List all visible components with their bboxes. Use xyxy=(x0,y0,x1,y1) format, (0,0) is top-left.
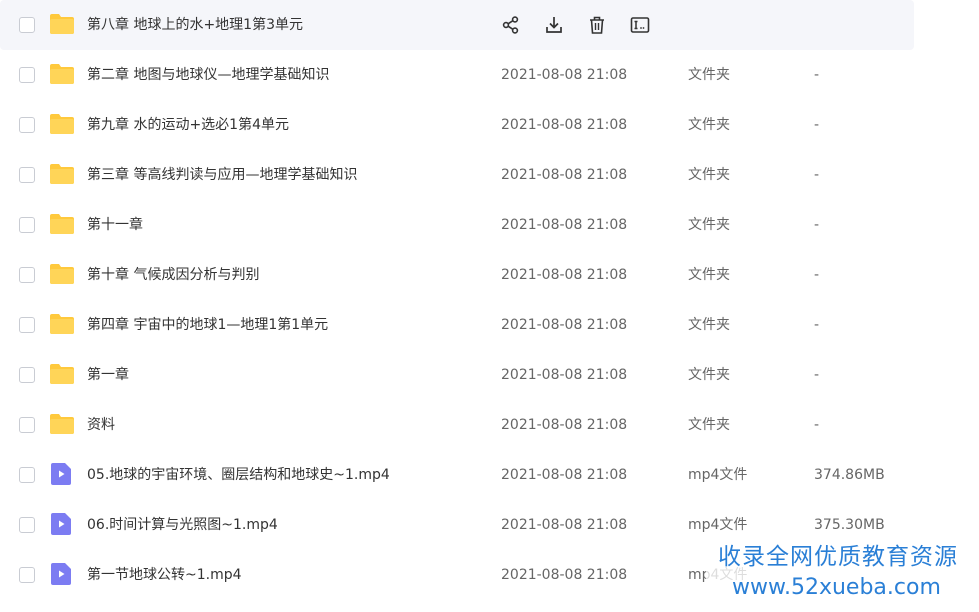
file-row[interactable]: 资料 2021-08-08 21:08 文件夹 - xyxy=(0,400,914,450)
file-name[interactable]: 第一章 xyxy=(87,350,129,401)
folder-icon xyxy=(50,414,74,434)
file-size: - xyxy=(814,67,820,83)
row-checkbox[interactable] xyxy=(19,217,35,233)
watermark-url: www.52xueba.com xyxy=(732,575,941,600)
folder-icon xyxy=(50,114,74,134)
row-checkbox[interactable] xyxy=(19,467,35,483)
file-name[interactable]: 第十章 气候成因分析与判别 xyxy=(87,250,259,301)
video-file-icon xyxy=(51,513,71,535)
file-type: 文件夹 xyxy=(688,217,730,233)
folder-icon xyxy=(50,264,74,284)
video-file-icon xyxy=(51,463,71,485)
file-name[interactable]: 第十一章 xyxy=(87,200,143,251)
row-checkbox[interactable] xyxy=(19,267,35,283)
row-checkbox[interactable] xyxy=(19,167,35,183)
file-type: 文件夹 xyxy=(688,267,730,283)
file-size: - xyxy=(814,317,820,333)
file-list: 第八章 地球上的水+地理1第3单元 第二章 地图与地球仪—地理学基础知识 202… xyxy=(0,0,979,600)
file-name[interactable]: 第四章 宇宙中的地球1—地理1第1单元 xyxy=(87,300,328,351)
file-name[interactable]: 05.地球的宇宙环境、圈层结构和地球史~1.mp4 xyxy=(87,450,390,501)
folder-icon xyxy=(50,64,74,84)
row-actions xyxy=(500,14,672,36)
file-row[interactable]: 第十章 气候成因分析与判别 2021-08-08 21:08 文件夹 - xyxy=(0,250,914,300)
file-name[interactable]: 资料 xyxy=(87,400,115,451)
file-row[interactable]: 第九章 水的运动+选必1第4单元 2021-08-08 21:08 文件夹 - xyxy=(0,100,914,150)
file-type: 文件夹 xyxy=(688,167,730,183)
file-date: 2021-08-08 21:08 xyxy=(501,267,628,283)
row-checkbox[interactable] xyxy=(19,317,35,333)
file-date: 2021-08-08 21:08 xyxy=(501,417,628,433)
row-checkbox[interactable] xyxy=(19,67,35,83)
folder-icon xyxy=(50,314,74,334)
folder-icon xyxy=(50,364,74,384)
file-type: mp4文件 xyxy=(688,467,748,483)
file-size: - xyxy=(814,117,820,133)
row-checkbox[interactable] xyxy=(19,367,35,383)
file-name[interactable]: 06.时间计算与光照图~1.mp4 xyxy=(87,500,278,551)
file-name[interactable]: 第八章 地球上的水+地理1第3单元 xyxy=(87,0,303,51)
row-checkbox[interactable] xyxy=(19,417,35,433)
file-date: 2021-08-08 21:08 xyxy=(501,317,628,333)
file-name[interactable]: 第九章 水的运动+选必1第4单元 xyxy=(87,100,289,151)
file-size: - xyxy=(814,417,820,433)
file-row[interactable]: 第三章 等高线判读与应用—地理学基础知识 2021-08-08 21:08 文件… xyxy=(0,150,914,200)
file-size: - xyxy=(814,167,820,183)
file-date: 2021-08-08 21:08 xyxy=(501,367,628,383)
file-row[interactable]: 第十一章 2021-08-08 21:08 文件夹 - xyxy=(0,200,914,250)
row-checkbox[interactable] xyxy=(19,117,35,133)
file-date: 2021-08-08 21:08 xyxy=(501,117,628,133)
file-size: 374.86MB xyxy=(814,467,885,483)
file-row[interactable]: 第二章 地图与地球仪—地理学基础知识 2021-08-08 21:08 文件夹 … xyxy=(0,50,914,100)
file-size: - xyxy=(814,267,820,283)
file-name[interactable]: 第二章 地图与地球仪—地理学基础知识 xyxy=(87,50,329,101)
watermark-slogan: 收录全网优质教育资源 xyxy=(718,544,958,570)
file-date: 2021-08-08 21:08 xyxy=(501,467,628,483)
file-type: 文件夹 xyxy=(688,367,730,383)
folder-icon xyxy=(50,214,74,234)
file-date: 2021-08-08 21:08 xyxy=(501,167,628,183)
video-file-icon xyxy=(51,563,71,585)
file-size: - xyxy=(814,217,820,233)
download-icon[interactable] xyxy=(543,14,565,36)
folder-icon xyxy=(50,164,74,184)
file-row[interactable]: 第八章 地球上的水+地理1第3单元 xyxy=(0,0,914,50)
file-date: 2021-08-08 21:08 xyxy=(501,67,628,83)
file-date: 2021-08-08 21:08 xyxy=(501,217,628,233)
share-icon[interactable] xyxy=(500,14,522,36)
delete-icon[interactable] xyxy=(586,14,608,36)
file-name[interactable]: 第一节地球公转~1.mp4 xyxy=(87,550,242,601)
file-row[interactable]: 05.地球的宇宙环境、圈层结构和地球史~1.mp4 2021-08-08 21:… xyxy=(0,450,914,500)
file-type: 文件夹 xyxy=(688,417,730,433)
file-date: 2021-08-08 21:08 xyxy=(501,567,628,583)
file-name[interactable]: 第三章 等高线判读与应用—地理学基础知识 xyxy=(87,150,357,201)
folder-icon xyxy=(50,14,74,34)
file-type: 文件夹 xyxy=(688,117,730,133)
file-row[interactable]: 第一章 2021-08-08 21:08 文件夹 - xyxy=(0,350,914,400)
file-date: 2021-08-08 21:08 xyxy=(501,517,628,533)
file-type: 文件夹 xyxy=(688,67,730,83)
file-type: 文件夹 xyxy=(688,317,730,333)
rename-icon[interactable] xyxy=(629,14,651,36)
file-size: - xyxy=(814,367,820,383)
row-checkbox[interactable] xyxy=(19,517,35,533)
row-checkbox[interactable] xyxy=(19,17,35,33)
file-row[interactable]: 第四章 宇宙中的地球1—地理1第1单元 2021-08-08 21:08 文件夹… xyxy=(0,300,914,350)
row-checkbox[interactable] xyxy=(19,567,35,583)
